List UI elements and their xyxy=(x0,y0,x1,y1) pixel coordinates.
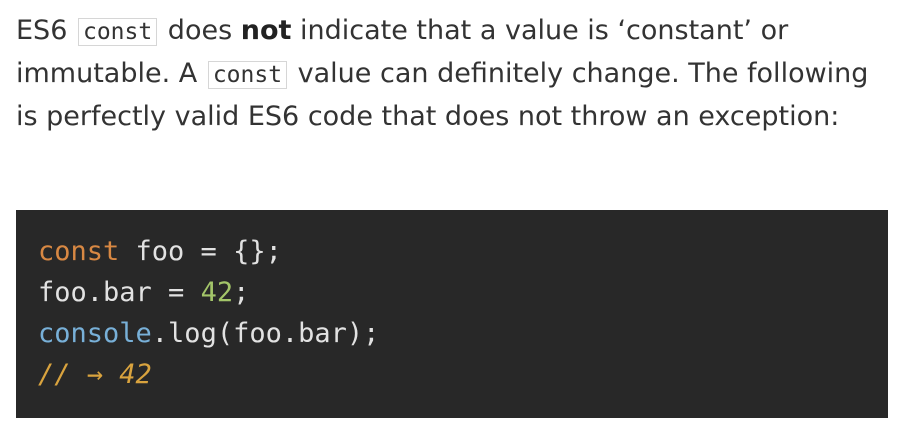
code-listing: const foo = {}; foo.bar = 42; console.log(… xyxy=(16,210,888,395)
global-token: console xyxy=(38,318,152,349)
code-block: const foo = {}; foo.bar = 42; console.log(… xyxy=(16,210,888,418)
number-token: 42 xyxy=(200,277,234,308)
code-text: foo.bar = xyxy=(38,277,201,308)
code-line-2: foo.bar = 42; xyxy=(38,272,888,313)
keyword-token: const xyxy=(38,236,120,267)
code-line-3: console.log(foo.bar); xyxy=(38,313,888,354)
code-line-4: // → 42 xyxy=(38,354,888,395)
code-text: foo = {}; xyxy=(119,236,282,267)
text-segment: ES6 xyxy=(16,15,76,46)
inline-code-const: const xyxy=(77,18,158,46)
inline-code-const: const xyxy=(207,61,288,89)
code-line-1: const foo = {}; xyxy=(38,231,888,272)
explanation-paragraph: ES6 const does not indicate that a value… xyxy=(16,10,896,138)
code-text: ; xyxy=(233,277,250,308)
code-text: .log(foo.bar); xyxy=(151,318,380,349)
text-segment: does xyxy=(159,15,241,46)
comment-token: // → 42 xyxy=(38,359,152,390)
bold-emphasis: not xyxy=(240,15,292,46)
